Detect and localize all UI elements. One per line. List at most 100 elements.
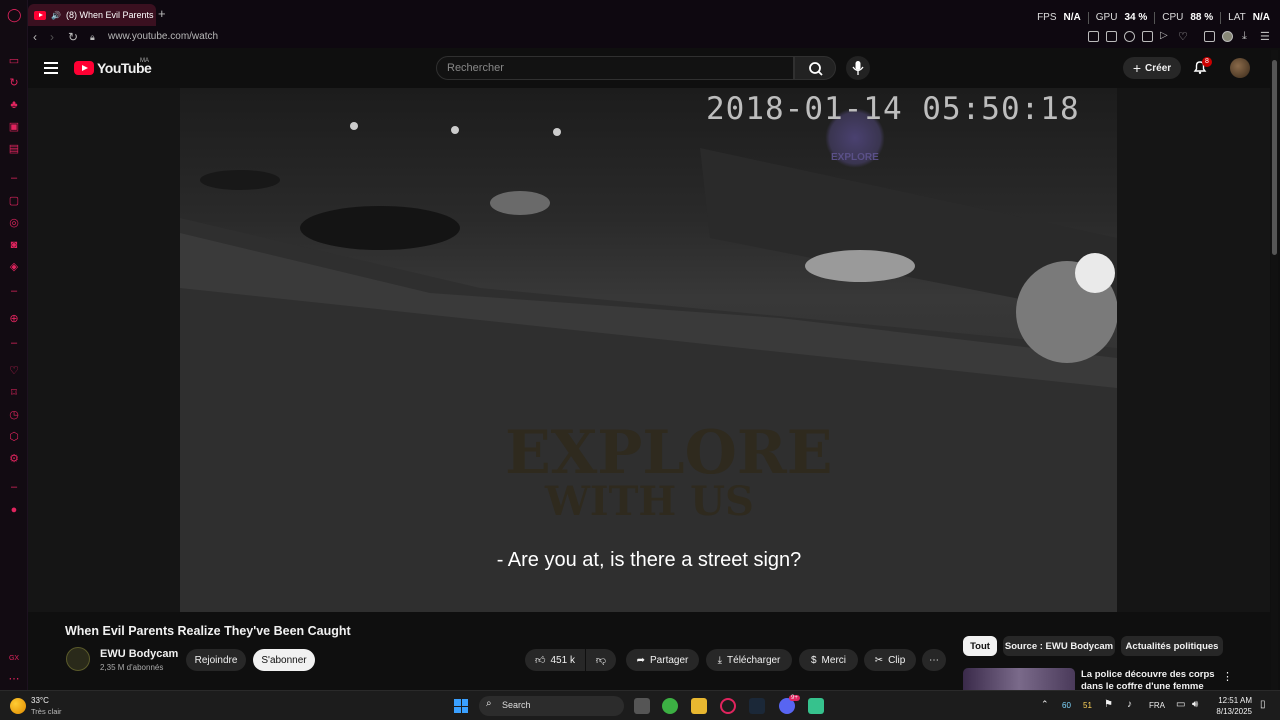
reload-icon[interactable]: ↻: [68, 30, 78, 44]
channel-subscribers: 2,35 M d'abonnés: [100, 663, 164, 672]
clip-button[interactable]: ✂ Clip: [864, 649, 916, 671]
opera-gx-icon[interactable]: [720, 698, 736, 714]
thanks-label: Merci: [821, 654, 846, 666]
volume-icon[interactable]: 🔊︎: [1192, 699, 1198, 710]
whatsapp-icon[interactable]: ◎: [7, 216, 21, 230]
add-icon[interactable]: ⊕: [7, 312, 21, 326]
like-count: 451 k: [550, 654, 575, 666]
extensions-icon[interactable]: ⬡: [7, 430, 21, 444]
shield-icon[interactable]: [1124, 31, 1135, 42]
messenger-icon[interactable]: ▤: [7, 142, 21, 156]
file-explorer-icon[interactable]: [691, 698, 707, 714]
xbox-icon[interactable]: [662, 698, 678, 714]
discord-icon[interactable]: ◈: [7, 260, 21, 274]
notification-center-icon[interactable]: ▯: [1260, 699, 1266, 710]
tab-strip: 🔊 (8) When Evil Parents + FPS N/A GPU 34…: [28, 0, 1280, 28]
create-label: Créer: [1145, 62, 1172, 74]
url-field[interactable]: www.youtube.com/watch: [108, 31, 218, 42]
download-button[interactable]: ⤓ Télécharger: [706, 649, 792, 671]
video-player[interactable]: EXPLORE 2018-01-14 05:50:18 EXPLORE WITH…: [28, 88, 1270, 612]
divider-icon: –: [10, 337, 18, 349]
pin-icon[interactable]: ⌑: [7, 386, 21, 400]
speaker-icon[interactable]: 🔊: [51, 11, 61, 20]
heart-icon[interactable]: ♡: [1178, 30, 1188, 43]
gaming-icon[interactable]: ♣: [7, 98, 21, 112]
workspace-icon[interactable]: ▭: [7, 54, 21, 68]
menu-icon[interactable]: ☰: [1260, 30, 1270, 43]
chip-politics[interactable]: Actualités politiques: [1121, 636, 1223, 656]
subscribe-button[interactable]: S'abonner: [253, 649, 315, 671]
more-actions-button[interactable]: ⋯: [922, 649, 946, 671]
performance-monitor: FPS N/A GPU 34 % CPU 88 % LAT N/A: [1037, 12, 1270, 24]
recommended-title[interactable]: La police découvre des corps dans le cof…: [1081, 669, 1216, 691]
heart-icon[interactable]: ♡: [7, 364, 21, 378]
steam-icon[interactable]: [749, 698, 765, 714]
snapshot-icon[interactable]: [1088, 31, 1099, 42]
youtube-header: YouTube MA Rechercher + Créer 8: [28, 48, 1270, 88]
opera-sidebar: ◯ ▭ ↻ ♣ ▣ ▤ – ▢ ◎ ◙ ◈ – ⊕ – ♡ ⌑ ◷ ⬡ ⚙ – …: [0, 0, 28, 690]
gx-icon[interactable]: ●: [7, 503, 21, 517]
notification-badge: 8: [1202, 57, 1212, 67]
tray-value-b: 51: [1083, 701, 1092, 710]
microphone-icon[interactable]: ♪: [1127, 699, 1132, 710]
night-street-scene: [180, 122, 1117, 612]
divider-icon: –: [10, 285, 18, 297]
guide-menu-icon[interactable]: [44, 62, 58, 77]
network-icon[interactable]: ▭: [1176, 699, 1185, 710]
clock-time[interactable]: 12:51 AM: [1208, 696, 1252, 705]
profile-icon[interactable]: [1222, 31, 1233, 42]
translate-icon[interactable]: [1142, 31, 1153, 42]
tray-app-icon[interactable]: ⚑: [1104, 699, 1113, 710]
more-icon[interactable]: ⋯: [7, 672, 21, 686]
perf-divider: [1087, 12, 1089, 24]
join-button[interactable]: Rejoindre: [186, 649, 246, 671]
share-button[interactable]: ➦ Partager: [626, 649, 699, 671]
clip-label: Clip: [888, 654, 906, 666]
app-icon[interactable]: [808, 698, 824, 714]
search-input[interactable]: Rechercher: [436, 56, 794, 80]
tray-overflow-icon[interactable]: ⌃: [1041, 699, 1049, 710]
language-indicator[interactable]: FRA: [1149, 701, 1165, 710]
recommended-more-icon[interactable]: ⋮: [1222, 670, 1233, 683]
clock-date[interactable]: 8/13/2025: [1208, 707, 1252, 716]
divider-icon: –: [10, 481, 18, 493]
crop-icon[interactable]: [1106, 31, 1117, 42]
twitch-sidebar-icon[interactable]: ▢: [7, 194, 21, 208]
account-avatar[interactable]: [1230, 58, 1250, 78]
discord-badge: 9+: [789, 695, 800, 701]
lock-icon[interactable]: 🔒︎: [90, 32, 95, 43]
youtube-logo-icon: [74, 61, 94, 75]
channel-avatar[interactable]: [66, 647, 90, 671]
play-icon[interactable]: ▷: [1160, 30, 1168, 41]
create-button[interactable]: + Créer: [1123, 57, 1181, 79]
instagram-icon[interactable]: ◙: [7, 238, 21, 252]
recommended-thumbnail[interactable]: [963, 668, 1075, 690]
download-icon[interactable]: ⤓: [1242, 30, 1247, 43]
new-tab-button[interactable]: +: [158, 6, 166, 21]
back-icon[interactable]: ‹: [33, 30, 37, 44]
search-button[interactable]: [794, 56, 836, 80]
dislike-button[interactable]: 👎︎: [586, 649, 616, 671]
chip-source[interactable]: Source : EWU Bodycam: [1003, 636, 1115, 656]
history-icon[interactable]: ◷: [7, 408, 21, 422]
thanks-button[interactable]: $ Merci: [799, 649, 858, 671]
watermark-text-line2: WITH US: [545, 478, 754, 525]
settings-icon[interactable]: ⚙: [7, 452, 21, 466]
aria-icon[interactable]: ↻: [7, 76, 21, 90]
perf-divider: [1220, 12, 1222, 24]
start-button[interactable]: [454, 699, 468, 713]
channel-name[interactable]: EWU Bodycam: [100, 648, 178, 660]
chip-all[interactable]: Tout: [963, 636, 997, 656]
scrollbar-thumb[interactable]: [1272, 60, 1277, 255]
opera-logo-icon[interactable]: ◯: [7, 8, 22, 22]
task-view-icon[interactable]: [634, 698, 650, 714]
twitch-icon[interactable]: ▣: [7, 120, 21, 134]
extensions-icon[interactable]: [1204, 31, 1215, 42]
like-button[interactable]: 👍︎ 451 k: [525, 649, 585, 671]
voice-search-button[interactable]: [846, 56, 870, 80]
browser-tab-active[interactable]: 🔊 (8) When Evil Parents: [28, 4, 156, 26]
search-icon: [809, 62, 823, 76]
forward-icon[interactable]: ›: [50, 30, 54, 44]
taskbar-search[interactable]: Search: [479, 696, 624, 716]
weather-icon[interactable]: [10, 698, 26, 714]
